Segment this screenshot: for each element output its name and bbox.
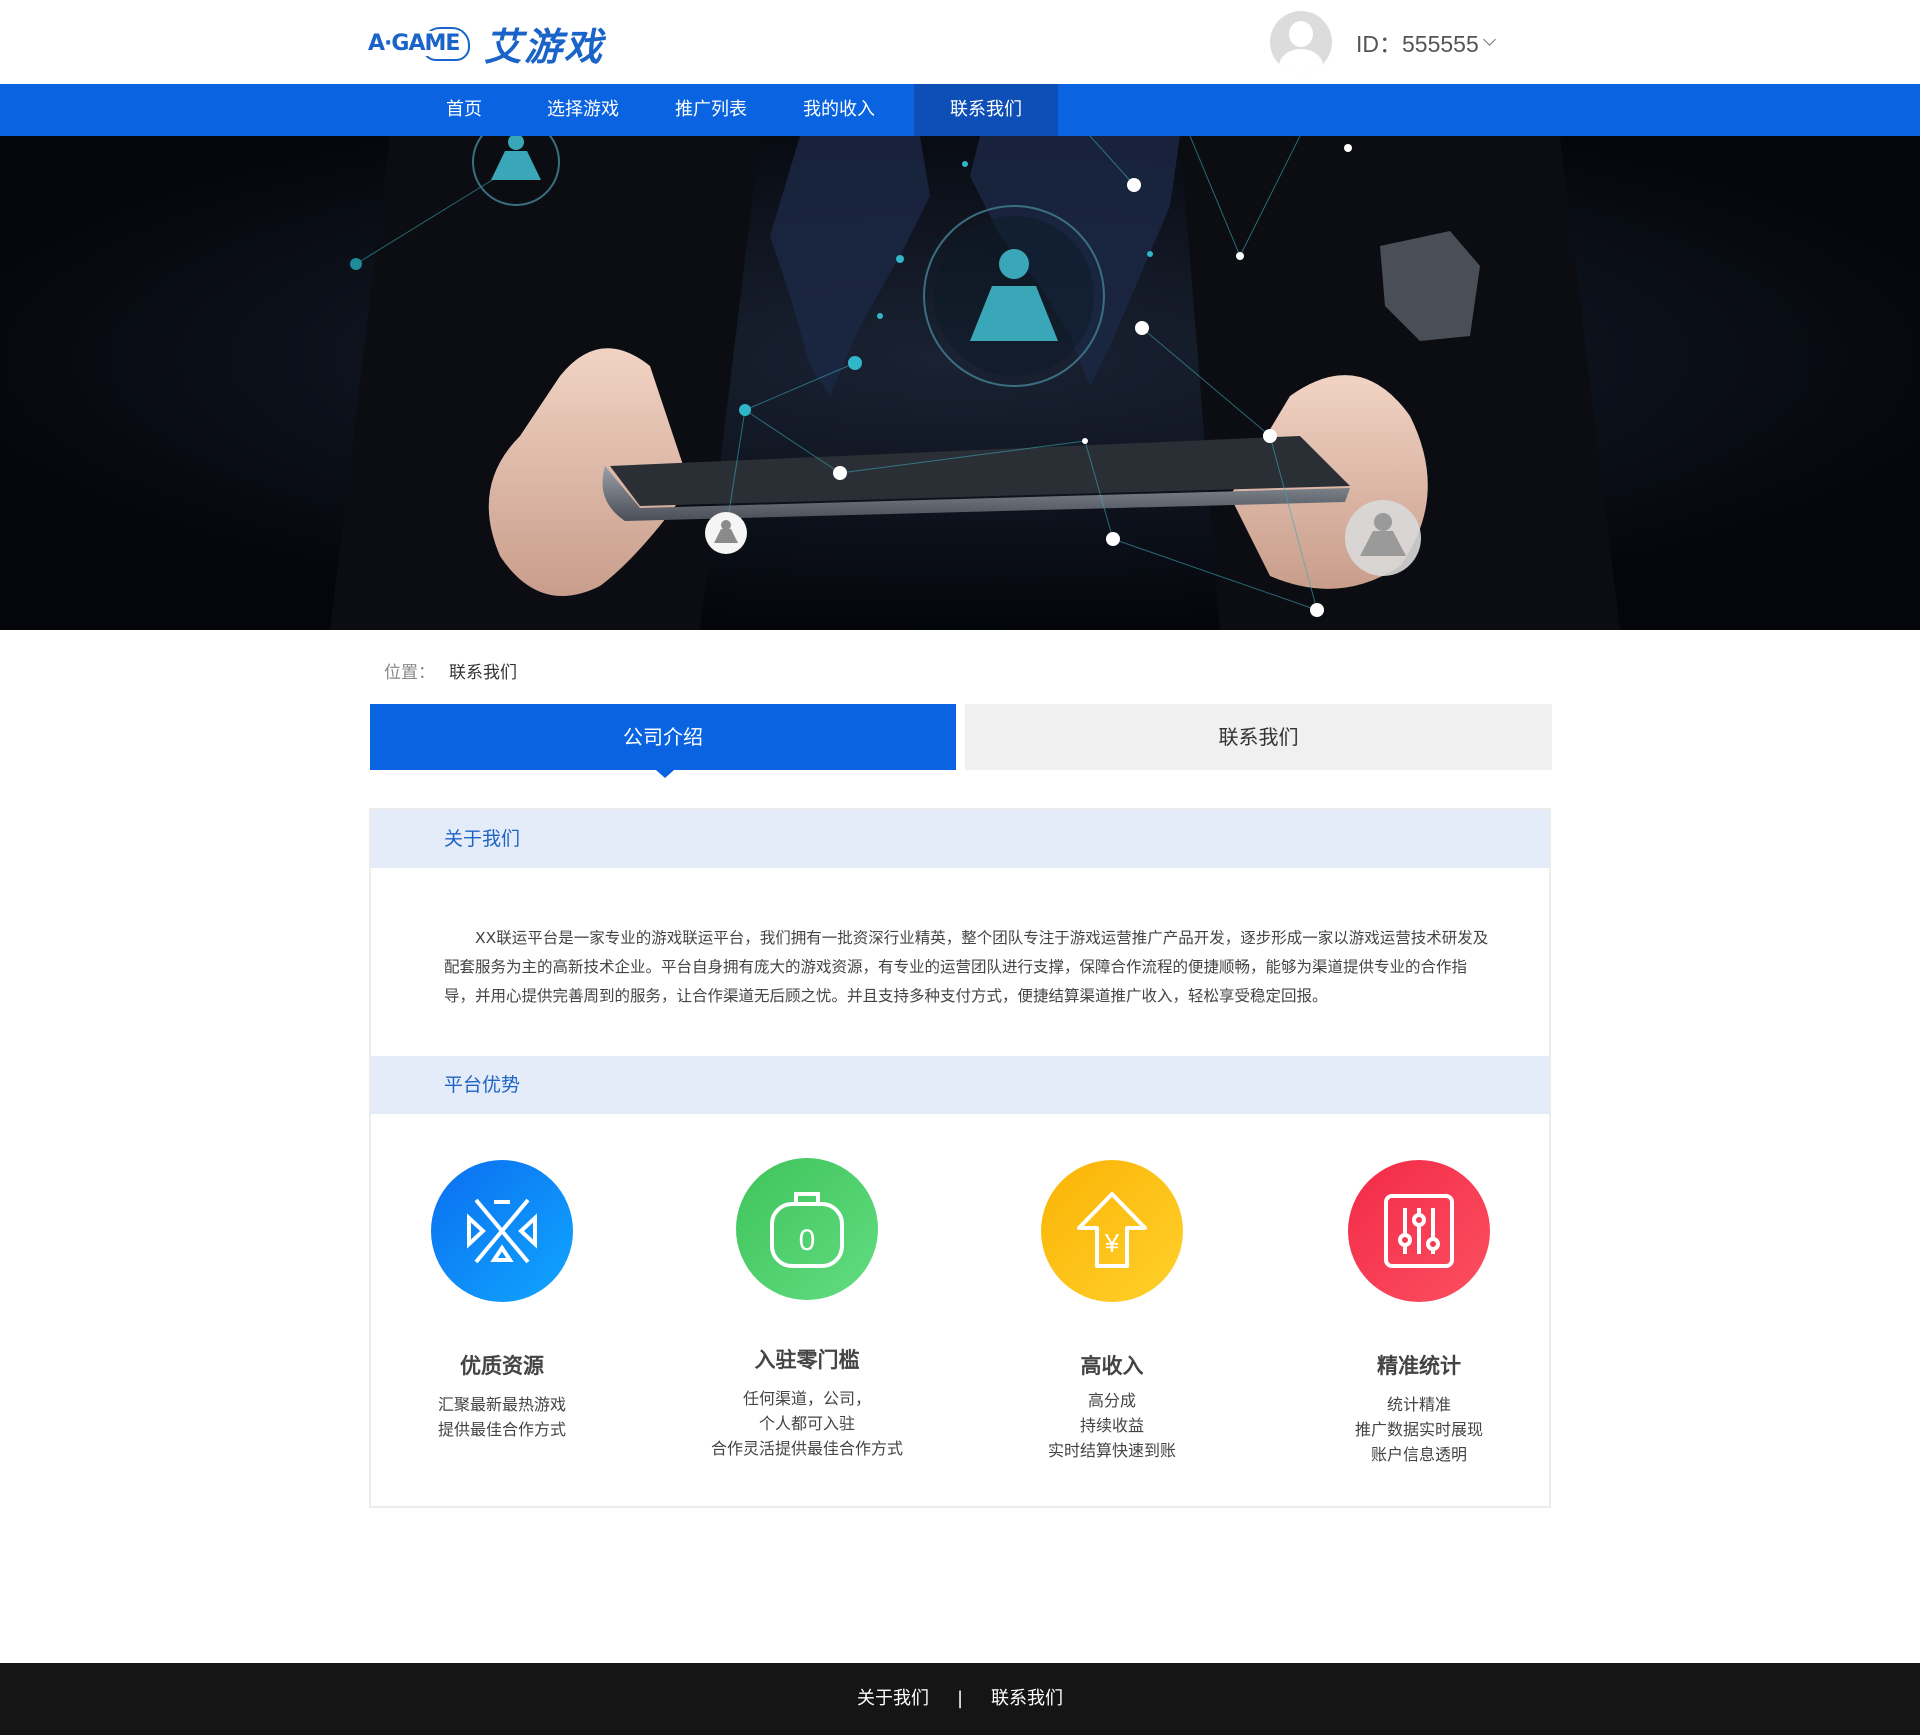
logo-chinese-text: 艾游戏 — [484, 23, 605, 69]
feature-line: 统计精准 — [1386, 1395, 1451, 1414]
main-nav: 首页 选择游戏 推广列表 我的收入 联系我们 — [0, 84, 1920, 136]
feature-line: 合作灵活提供最佳合作方式 — [710, 1439, 903, 1458]
feature-desc: 高分成 持续收益 实时结算快速到账 — [981, 1388, 1243, 1463]
feature-desc: 统计精准 推广数据实时展现 账户信息透明 — [1288, 1392, 1550, 1467]
header: A·GAME 艾游戏 ID：555555 — [0, 0, 1920, 84]
resource-icon — [431, 1160, 573, 1302]
feature-title: 高收入 — [1080, 1354, 1144, 1378]
breadcrumb-prefix: 位置： — [384, 663, 435, 683]
tab-contact-us[interactable]: 联系我们 — [965, 704, 1552, 770]
feature-line: 个人都可入驻 — [758, 1414, 855, 1433]
nav-item-promo-list[interactable]: 推广列表 — [658, 84, 764, 136]
content-panel: 关于我们 XX联运平台是一家专业的游戏联运平台，我们拥有一批资深行业精英，整个团… — [369, 808, 1551, 1508]
feature-line: 汇聚最新最热游戏 — [437, 1395, 566, 1414]
feature-line: 高分成 — [1087, 1391, 1136, 1410]
nav-item-home[interactable]: 首页 — [420, 84, 508, 136]
feature-line: 持续收益 — [1079, 1416, 1144, 1435]
about-text: XX联运平台是一家专业的游戏联运平台，我们拥有一批资深行业精英，整个团队专注于游… — [444, 929, 1489, 1005]
feature-desc: 汇聚最新最热游戏 提供最佳合作方式 — [371, 1392, 633, 1442]
feature-title: 精准统计 — [1377, 1354, 1461, 1378]
active-tab-indicator — [656, 770, 674, 778]
feature-line: 推广数据实时展现 — [1354, 1420, 1483, 1439]
page: A·GAME 艾游戏 ID：555555 首页 选择游戏 推广列表 我的收入 联… — [0, 0, 1920, 1735]
sliders-icon — [1348, 1160, 1490, 1302]
banner-background — [0, 136, 1920, 630]
user-bubble-right-icon — [1345, 500, 1421, 576]
footer-link-about[interactable]: 关于我们 — [857, 1688, 929, 1709]
feature-title: 优质资源 — [460, 1354, 544, 1378]
feature-line: 账户信息透明 — [1370, 1445, 1467, 1464]
section-header-about: 关于我们 — [371, 810, 1549, 868]
logo-mark: A·GAME — [368, 19, 472, 67]
chevron-down-icon[interactable] — [1482, 32, 1496, 46]
svg-text:0: 0 — [799, 1224, 816, 1257]
feature-desc: 任何渠道，公司， 个人都可入驻 合作灵活提供最佳合作方式 — [666, 1386, 948, 1461]
feature-line: 实时结算快速到账 — [1047, 1441, 1176, 1460]
feature-high-income: ¥ 高收入 高分成 持续收益 实时结算快速到账 — [981, 1160, 1243, 1463]
breadcrumb-current[interactable]: 联系我们 — [449, 663, 517, 683]
banner-illustration — [0, 136, 1920, 630]
feature-zero-threshold: 0 入驻零门槛 任何渠道，公司， 个人都可入驻 合作灵活提供最佳合作方式 — [666, 1158, 948, 1461]
yuan-up-arrow-icon: ¥ — [1041, 1160, 1183, 1302]
user-menu[interactable]: ID：555555 — [1270, 10, 1496, 74]
user-bubble-small-icon — [705, 512, 747, 554]
user-bubble-large-icon — [923, 205, 1105, 387]
section-title-advantages: 平台优势 — [444, 1074, 521, 1096]
feature-title: 入驻零门槛 — [754, 1348, 860, 1372]
tab-company-intro[interactable]: 公司介绍 — [370, 704, 956, 770]
logo[interactable]: A·GAME 艾游戏 — [368, 14, 604, 72]
breadcrumb: 位置： 联系我们 — [384, 658, 517, 683]
footer-link-contact[interactable]: 联系我们 — [991, 1688, 1063, 1709]
feature-precise-stats: 精准统计 统计精准 推广数据实时展现 账户信息透明 — [1288, 1160, 1550, 1467]
footer: 关于我们 | 联系我们 — [0, 1663, 1920, 1735]
svg-text:¥: ¥ — [1104, 1228, 1120, 1258]
nav-item-contact-us[interactable]: 联系我们 — [914, 84, 1058, 136]
footer-separator: | — [956, 1688, 964, 1709]
user-id[interactable]: ID：555555 — [1356, 25, 1479, 59]
bag-zero-icon: 0 — [736, 1158, 878, 1300]
feature-line: 任何渠道，公司， — [742, 1389, 871, 1408]
logo-text: A·GAME — [368, 31, 462, 56]
hero-banner — [0, 136, 1920, 630]
user-avatar-icon[interactable] — [1270, 11, 1332, 73]
section-header-advantages: 平台优势 — [371, 1056, 1549, 1114]
feature-quality-resources: 优质资源 汇聚最新最热游戏 提供最佳合作方式 — [371, 1160, 633, 1442]
nav-item-select-game[interactable]: 选择游戏 — [508, 84, 658, 136]
feature-line: 提供最佳合作方式 — [437, 1420, 566, 1439]
nav-item-my-income[interactable]: 我的收入 — [764, 84, 914, 136]
section-title-about: 关于我们 — [444, 828, 521, 850]
